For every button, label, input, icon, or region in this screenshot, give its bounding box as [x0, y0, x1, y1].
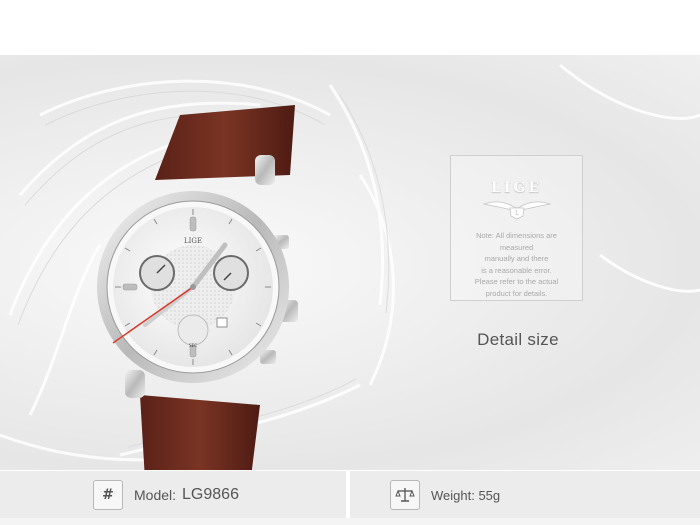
brand-emblem-icon: L [481, 201, 552, 220]
dial-sec-label: SEC [189, 343, 197, 348]
note-line: measured [499, 242, 534, 252]
brand-logo-text: LIGE [490, 180, 543, 196]
subdial-bottom [177, 314, 209, 346]
watch-image: LIGE SEC [97, 105, 298, 470]
note-line: is a reasonable error. [481, 265, 552, 275]
date-window [216, 317, 228, 328]
model-value: LG9866 [182, 486, 239, 503]
spec-bar: # Model: LG9866 Weight: 55g [0, 470, 700, 519]
note-line: product for details. [485, 288, 548, 298]
subdial-left [139, 255, 175, 291]
note-line: manually and there [484, 254, 549, 263]
note-line: Please refer to the actual [474, 277, 559, 286]
lower-strap [140, 395, 260, 470]
subdial-right [213, 255, 249, 291]
product-hero-banner: LIGE SEC LIGE L Note: All dimensions are… [0, 55, 700, 470]
dimension-note: Note: All dimensions are measured manual… [457, 230, 576, 299]
svg-text:L: L [515, 210, 519, 217]
model-label: Model: [134, 487, 177, 503]
spec-weight: Weight: 55g [350, 471, 700, 519]
brand-info-card: LIGE L Note: All dimensions are measured… [450, 155, 583, 301]
spec-model: # Model: LG9866 [0, 471, 346, 519]
bottom-strip [0, 518, 700, 525]
note-line: Note: All dimensions are [476, 231, 557, 240]
hash-icon: # [93, 480, 123, 510]
top-blank-strip [0, 0, 700, 55]
weight-text: Weight: 55g [431, 487, 501, 503]
detail-size-heading: Detail size [477, 330, 559, 349]
dial-logo: LIGE [184, 237, 202, 245]
scale-icon [390, 480, 420, 510]
